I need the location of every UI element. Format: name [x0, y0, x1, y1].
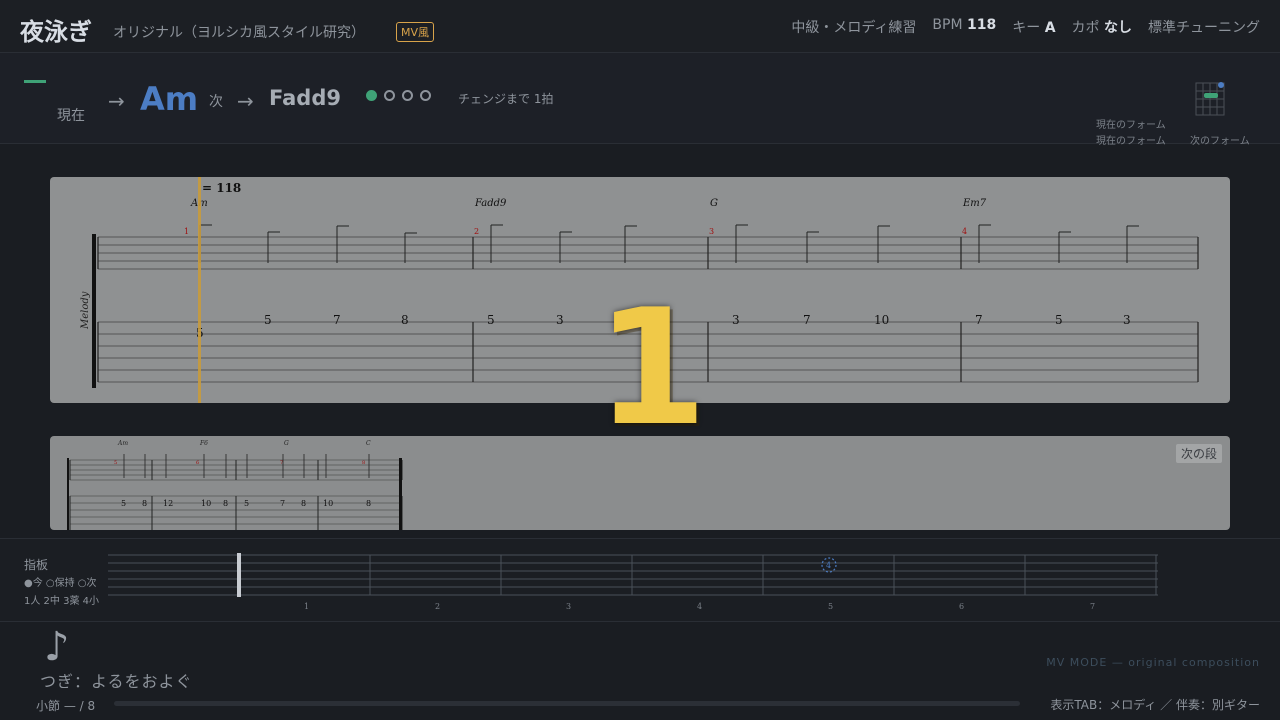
fret-number: 2 [435, 602, 440, 611]
tab-fret-number: 12 [163, 499, 173, 508]
current-form-label: 現在のフォーム [1096, 120, 1166, 131]
chord-name: C [366, 440, 371, 447]
tuning-label: 標準チューニング [1148, 20, 1260, 36]
beat-dot [402, 90, 413, 101]
measure-counter: 小節 — / 8 [36, 699, 96, 713]
finger-legend: 1人 2中 3薬 4小 [24, 596, 99, 607]
change-countdown: チェンジまで 1拍 [458, 92, 554, 106]
playhead [198, 177, 201, 403]
next-system-label: 次の段 [1175, 444, 1222, 463]
accent-line [24, 80, 46, 83]
chord-name: G [284, 440, 289, 447]
tab-fret-number: 3 [732, 313, 740, 327]
tab-fret-number: 8 [223, 499, 228, 508]
mv-style-badge: MV風 [396, 22, 435, 42]
fret-number: 4 [697, 602, 702, 611]
current-form-label: 現在のフォーム [1096, 136, 1166, 147]
chord-bar: 現在 → Am 次 → Fadd9 チェンジまで 1拍 現在のフォーム 現在のフ… [0, 53, 1280, 147]
level-label: 中級・メロディ練習 [791, 20, 917, 36]
tab-fret-number: 7 [975, 313, 983, 327]
tab-fret-number: 7 [803, 313, 811, 327]
current-chord: Am [140, 80, 199, 118]
beat-dot [366, 90, 377, 101]
top-bar: 夜泳ぎ オリジナル（ヨルシカ風スタイル研究） MV風 中級・メロディ練習 BPM… [0, 0, 1280, 53]
fret-number: 7 [1090, 602, 1095, 611]
tab-fret-number: 3 [1123, 313, 1131, 327]
tab-fret-number: 5 [487, 313, 495, 327]
arrow-icon: → [237, 89, 254, 113]
music-note-icon: ♪ [44, 624, 70, 670]
beat-dot [384, 90, 395, 101]
tab-fret-number: 10 [201, 499, 211, 508]
end-bar [399, 458, 402, 530]
chord-name: Fadd9 [474, 198, 507, 209]
tab-fret-number: 7 [333, 313, 341, 327]
footer: 小節 — / 8 表示TAB：メロディ ／ 伴奏：別ギター [0, 688, 1280, 720]
chord-name: G [710, 198, 718, 209]
tab-fret-number: 5 [244, 499, 249, 508]
next-chord: Fadd9 [269, 86, 341, 110]
song-subtitle: オリジナル（ヨルシカ風スタイル研究） [113, 25, 365, 41]
countdown-number: 1 [596, 274, 708, 461]
chord-name: F6 [199, 440, 208, 447]
measure-number: 5 [114, 460, 117, 466]
measure-number: 2 [474, 227, 479, 236]
next-label: 次 [209, 94, 223, 110]
track-label: Melody [80, 291, 91, 330]
chord-name: Em7 [962, 198, 987, 209]
measure-number: 3 [709, 227, 714, 236]
fret-number: 3 [566, 602, 571, 611]
fret-number: 6 [959, 602, 964, 611]
tab-fret-number: 10 [323, 499, 333, 508]
measure-number: 1 [184, 227, 189, 236]
system-bracket [92, 234, 96, 388]
tab-fret-number: 8 [401, 313, 409, 327]
fret-number: 1 [304, 602, 309, 611]
fretboard: 1 2 3 4 5 6 7 4 [108, 553, 1158, 611]
fretboard-panel: 指板 ●今 ○保持 ○次 1人 2中 3薬 4小 1 2 3 4 5 6 7 4 [0, 538, 1280, 622]
tab-fret-number: 3 [556, 313, 564, 327]
beat-dot [420, 90, 431, 101]
system-bracket [67, 458, 69, 530]
mv-mode-label: MV MODE — original composition [1046, 656, 1260, 669]
tab-display-info: 表示TAB：メロディ ／ 伴奏：別ギター [1050, 698, 1260, 712]
fretboard-nut [237, 553, 241, 597]
tab-fret-number: 5 [121, 499, 126, 508]
bpm-info: BPM 118 [932, 17, 997, 33]
finger-number: 4 [826, 561, 831, 570]
tempo-marking: = 118 [202, 181, 241, 195]
current-label: 現在 [57, 108, 85, 124]
measure-number: 8 [362, 460, 365, 466]
fretboard-legend: ●今 ○保持 ○次 [24, 578, 97, 589]
fret-number: 5 [828, 602, 833, 611]
chord-name: Am [117, 440, 128, 447]
song-meta: 中級・メロディ練習 BPM 118 キー A カポ なし 標準チューニング [791, 17, 1260, 37]
tab-fret-number: 8 [301, 499, 306, 508]
tab-fret-number: 5 [1055, 313, 1063, 327]
tab-fret-number: 7 [280, 499, 285, 508]
tab-fret-number: 10 [874, 313, 889, 327]
chord-diagram-icon [1195, 82, 1225, 116]
measure-number: 6 [196, 460, 199, 466]
tab-fret-number: 8 [366, 499, 371, 508]
tab-fret-number: 5 [264, 313, 272, 327]
key-info: キー A [1012, 20, 1056, 36]
fretboard-title: 指板 [24, 558, 49, 572]
next-form-label: 次のフォーム [1190, 136, 1250, 147]
tab-fret-number: 8 [142, 499, 147, 508]
progress-bar[interactable] [114, 701, 1020, 706]
arrow-icon: → [108, 89, 125, 113]
beat-indicator [366, 90, 431, 101]
song-title: 夜泳ぎ [20, 18, 92, 46]
capo-info: カポ なし [1071, 20, 1132, 36]
measure-number: 4 [962, 227, 967, 236]
